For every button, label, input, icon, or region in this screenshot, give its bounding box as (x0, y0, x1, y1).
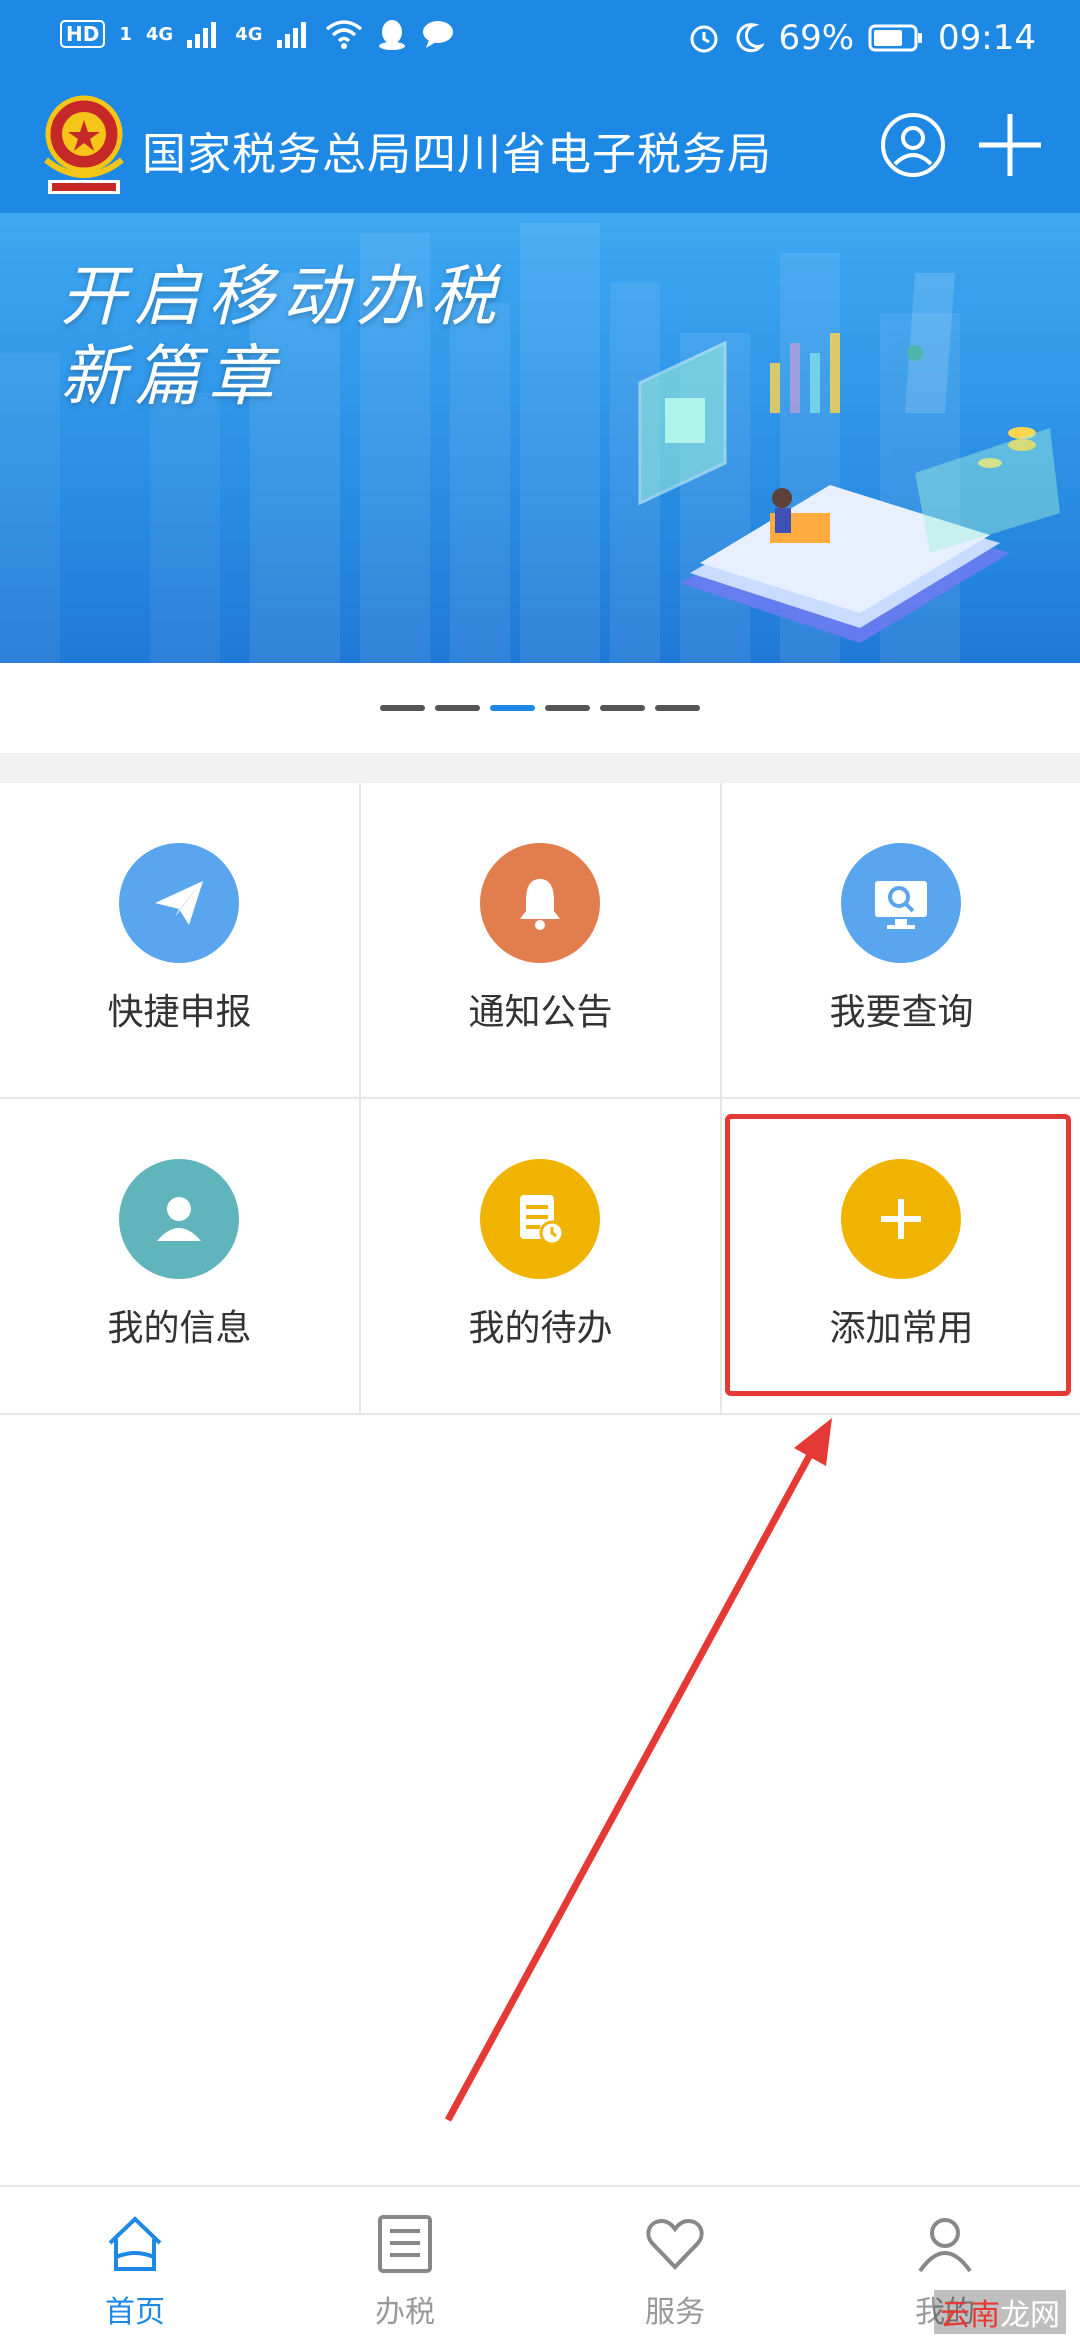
sim-indicator: 1 (119, 23, 132, 45)
status-bar: HD 1 4G 4G 69% 09:14 (0, 0, 1080, 80)
grid-item-label: 我的待办 (468, 1308, 613, 1349)
carousel-indicator (0, 663, 1080, 753)
grid-item-label: 我的信息 (107, 1308, 252, 1349)
app-header: 国家税务总局四川省电子税务局 (0, 80, 1080, 213)
grid-item-icon-bg (119, 843, 239, 963)
network-2-icon: 4G (235, 23, 263, 45)
bell-icon (520, 879, 560, 930)
page-title: 国家税务总局四川省电子税务局 (142, 129, 772, 180)
grid-item-my-todo[interactable]: 我的待办 (361, 1099, 722, 1415)
tab-service[interactable]: 服务 (540, 2187, 810, 2342)
clock: 09:14 (938, 18, 1036, 58)
banner-slogan-line2: 新篇章 (60, 338, 282, 415)
user-icon[interactable] (880, 112, 946, 178)
qq-icon (378, 20, 405, 50)
grid-item-label: 通知公告 (468, 992, 613, 1033)
chat-icon (422, 21, 453, 48)
signal-2-icon (276, 22, 306, 48)
tab-home[interactable]: 首页 (0, 2187, 270, 2342)
moon-icon (736, 23, 765, 53)
document-clock-icon (520, 1195, 565, 1246)
watermark: 云南龙网 (934, 2290, 1066, 2334)
bottom-tab-bar: 首页 办税 服务 我的 (0, 2185, 1080, 2342)
grid-item-query[interactable]: 我要查询 (722, 783, 1080, 1099)
carousel-dot[interactable] (600, 705, 645, 711)
hd-indicator: HD (60, 20, 106, 48)
carousel-dot[interactable] (490, 705, 535, 711)
person-icon (157, 1197, 201, 1241)
section-divider (0, 753, 1080, 783)
grid-item-icon-bg (841, 843, 961, 963)
tab-label: 办税 (375, 2295, 435, 2330)
grid-item-icon-bg (119, 1159, 239, 1279)
home-icon (108, 2216, 162, 2271)
grid-item-label: 我要查询 (829, 992, 974, 1033)
carousel-dot[interactable] (435, 705, 480, 711)
grid-item-label: 快捷申报 (107, 992, 252, 1033)
list-icon (378, 2215, 432, 2273)
grid-item-icon-bg (480, 843, 600, 963)
tab-tax[interactable]: 办税 (270, 2187, 540, 2342)
grid-item-notice[interactable]: 通知公告 (361, 783, 722, 1099)
emblem-icon (44, 95, 124, 194)
grid-item-icon-bg (480, 1159, 600, 1279)
user-icon (918, 2218, 972, 2273)
grid-item-quick-declare[interactable]: 快捷申报 (0, 783, 361, 1099)
grid-item-my-info[interactable]: 我的信息 (0, 1099, 361, 1415)
wifi-icon (325, 20, 362, 49)
plus-icon[interactable] (975, 110, 1045, 180)
battery-percent: 69% (778, 18, 855, 58)
annotation-highlight-box (725, 1114, 1071, 1396)
paper-plane-icon (155, 881, 203, 925)
alarm-icon (690, 25, 718, 53)
heart-icon (646, 2218, 704, 2270)
tab-label: 服务 (645, 2295, 705, 2330)
promo-banner[interactable]: 开启移动办税 新篇章 (0, 213, 1080, 663)
tab-label: 首页 (105, 2295, 165, 2330)
carousel-dot[interactable] (655, 705, 700, 711)
search-monitor-icon (875, 881, 927, 929)
signal-1-icon (187, 22, 217, 48)
network-1-icon: 4G (145, 23, 174, 45)
battery-icon (868, 24, 923, 52)
carousel-dot[interactable] (545, 705, 590, 711)
watermark-part2: 龙网 (1000, 2298, 1060, 2333)
watermark-part1: 云南 (940, 2298, 1000, 2333)
carousel-dot[interactable] (380, 705, 425, 711)
